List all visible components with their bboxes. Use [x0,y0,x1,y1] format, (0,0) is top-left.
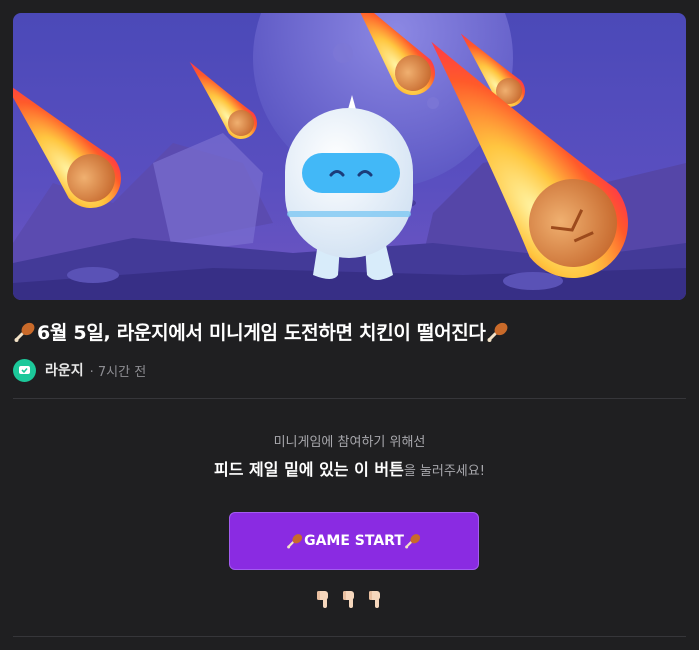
post-title: 6월 5일, 라운지에서 미니게임 도전하면 치킨이 떨어진다 [37,322,486,344]
info-line-1: 미니게임에 참여하기 위해선 [273,435,426,450]
pointing-down-hand-icon [368,591,380,608]
chicken-drumstick-icon [286,532,304,550]
author-avatar[interactable] [13,358,36,382]
info-line-2-rest: 을 눌러주세요! [403,464,485,479]
post-time: · 7시간 전 [89,364,147,380]
hero-image [13,13,686,300]
post-title-row[interactable]: 6월 5일, 라운지에서 미니게임 도전하면 치킨이 떨어진다 [13,318,686,345]
post-meta: 라운지 · 7시간 전 [13,358,146,382]
game-start-button[interactable]: GAME START [229,512,479,570]
info-line-2: 피드 제일 밑에 있는 이 버튼을 눌러주세요! [0,456,699,480]
author-name[interactable]: 라운지 [45,360,84,380]
lounge-icon [19,365,30,374]
chicken-drumstick-icon [486,320,510,344]
divider [13,398,686,399]
chicken-drumstick-icon [13,320,37,344]
pointing-down-hand-icon [316,591,328,608]
chicken-drumstick-icon [404,532,422,550]
info-line-2-emphasis: 피드 제일 밑에 있는 이 버튼 [214,460,404,479]
pointing-down-hand-icon [342,591,354,608]
divider [13,636,686,637]
hero-illustration [13,13,686,300]
pointing-hands [0,590,699,610]
game-start-label: GAME START [304,533,404,549]
